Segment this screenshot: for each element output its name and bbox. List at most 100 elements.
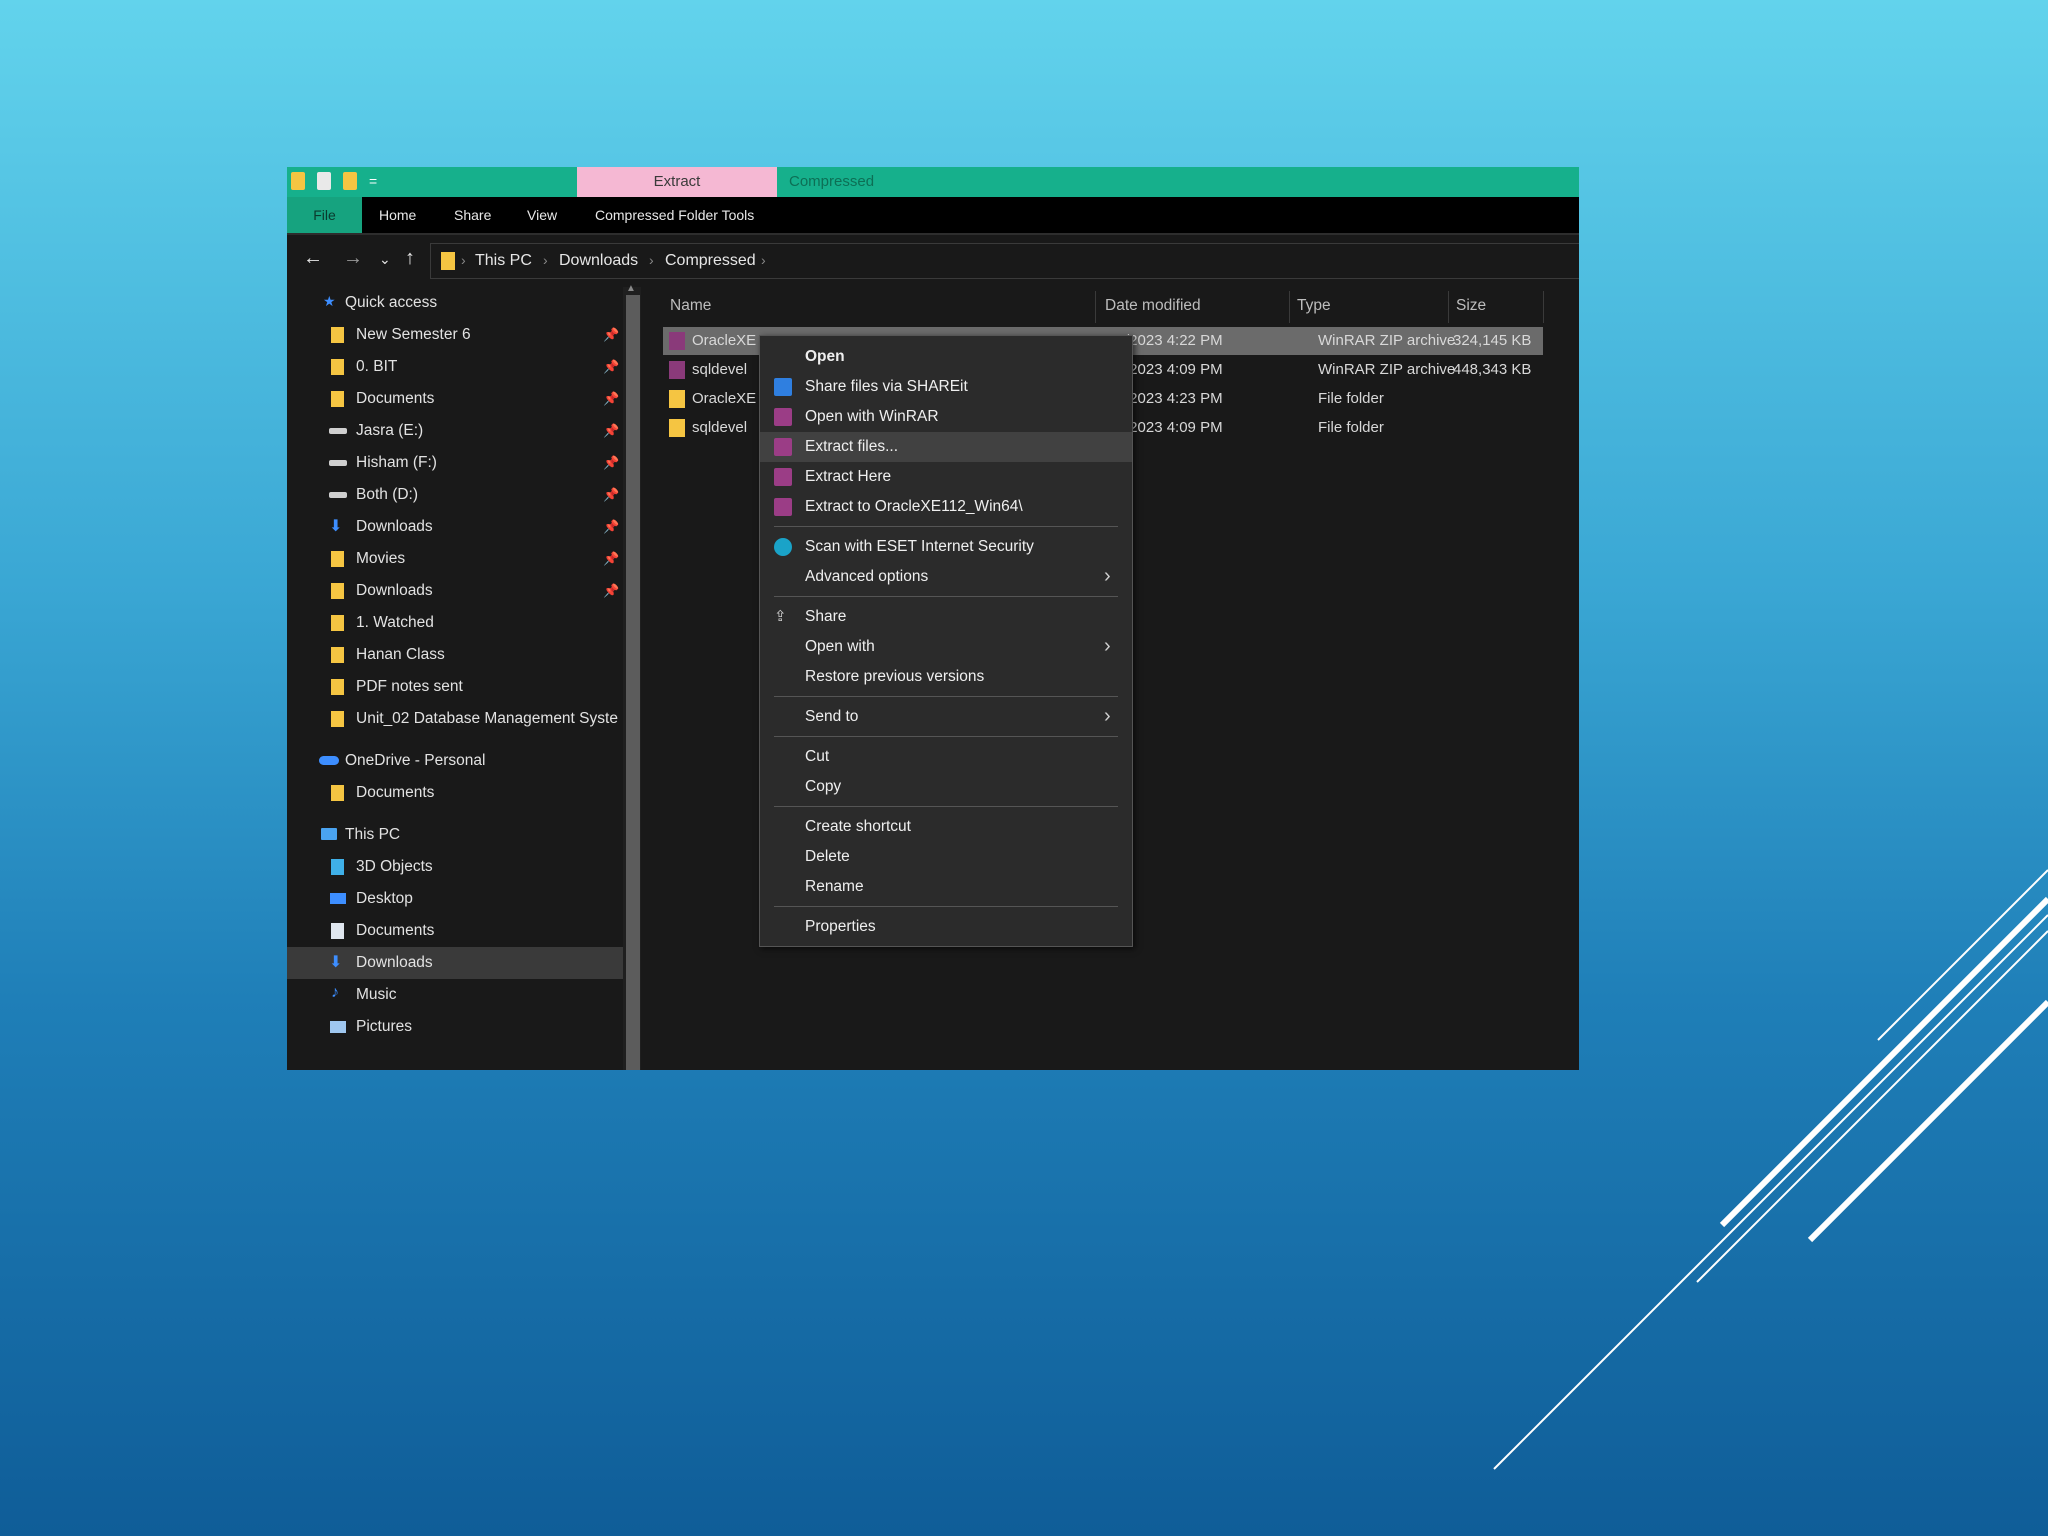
sidebar-item-quick-access[interactable]: ★ Quick access bbox=[287, 287, 623, 319]
breadcrumb-downloads[interactable]: Downloads bbox=[559, 252, 638, 270]
column-divider[interactable] bbox=[1448, 291, 1449, 323]
sidebar-item-movies[interactable]: Movies 📌 bbox=[287, 543, 623, 575]
star-icon: ★ bbox=[323, 293, 336, 309]
ribbon-tabs: File Home Share View Compressed Folder T… bbox=[287, 197, 1579, 233]
menu-item-extract-files[interactable]: Extract files... bbox=[760, 432, 1132, 462]
folder-icon bbox=[331, 551, 344, 567]
column-divider[interactable] bbox=[1289, 291, 1290, 323]
pin-icon[interactable]: 📌 bbox=[603, 391, 619, 407]
sidebar-item-downloads[interactable]: ⬇ Downloads 📌 bbox=[287, 511, 623, 543]
folder-icon bbox=[331, 615, 344, 631]
menu-item-extract-to-folder[interactable]: Extract to OracleXE112_Win64\ bbox=[760, 492, 1132, 522]
menu-item-cut[interactable]: Cut bbox=[760, 742, 1132, 772]
pin-icon[interactable]: 📌 bbox=[603, 327, 619, 343]
new-folder-icon[interactable] bbox=[343, 172, 357, 190]
folder-icon bbox=[331, 391, 344, 407]
customize-toolbar-icon[interactable]: = bbox=[369, 173, 377, 189]
folder-icon[interactable] bbox=[291, 172, 305, 190]
menu-separator bbox=[774, 806, 1118, 807]
properties-icon[interactable] bbox=[317, 172, 331, 190]
column-header-date-modified[interactable]: Date modified bbox=[1105, 297, 1201, 315]
column-divider[interactable] bbox=[1543, 291, 1544, 323]
tab-home[interactable]: Home bbox=[379, 197, 416, 233]
menu-separator bbox=[774, 696, 1118, 697]
menu-item-rename[interactable]: Rename bbox=[760, 872, 1132, 902]
folder-icon bbox=[441, 252, 455, 270]
breadcrumb-chevron-icon[interactable]: › bbox=[461, 252, 466, 268]
column-header-type[interactable]: Type bbox=[1297, 297, 1331, 315]
menu-item-create-shortcut[interactable]: Create shortcut bbox=[760, 812, 1132, 842]
folder-icon bbox=[669, 390, 685, 408]
tab-file[interactable]: File bbox=[287, 197, 362, 233]
sidebar-item-pc-documents[interactable]: Documents bbox=[287, 915, 623, 947]
navigation-pane-scrollbar[interactable]: ▲ bbox=[623, 283, 641, 1070]
recent-locations-chevron-icon[interactable]: ⌄ bbox=[379, 251, 391, 268]
folder-icon bbox=[331, 679, 344, 695]
sidebar-item-onedrive[interactable]: OneDrive - Personal bbox=[287, 745, 623, 777]
breadcrumb-chevron-icon[interactable]: › bbox=[761, 252, 766, 268]
address-bar[interactable]: › This PC › Downloads › Compressed › bbox=[430, 243, 1579, 279]
sidebar-item-new-semester-6[interactable]: New Semester 6 📌 bbox=[287, 319, 623, 351]
sidebar-item-both-drive[interactable]: Both (D:) 📌 bbox=[287, 479, 623, 511]
pin-icon[interactable]: 📌 bbox=[603, 423, 619, 439]
sidebar-item-this-pc[interactable]: This PC bbox=[287, 819, 623, 851]
pictures-icon bbox=[330, 1021, 346, 1033]
extract-context-tab[interactable]: Extract bbox=[577, 167, 777, 197]
menu-item-scan-eset[interactable]: Scan with ESET Internet Security bbox=[760, 532, 1132, 562]
sidebar-item-pdf-notes-sent[interactable]: PDF notes sent bbox=[287, 671, 623, 703]
menu-item-open-with-winrar[interactable]: Open with WinRAR bbox=[760, 402, 1132, 432]
pin-icon[interactable]: 📌 bbox=[603, 551, 619, 567]
menu-item-extract-here[interactable]: Extract Here bbox=[760, 462, 1132, 492]
sidebar-item-music[interactable]: ♪ Music bbox=[287, 979, 623, 1011]
column-header-size[interactable]: Size bbox=[1456, 297, 1486, 315]
tab-compressed-folder-tools[interactable]: Compressed Folder Tools bbox=[595, 197, 754, 233]
sidebar-item-hanan-class[interactable]: Hanan Class bbox=[287, 639, 623, 671]
submenu-arrow-icon: › bbox=[1104, 565, 1111, 587]
menu-item-share[interactable]: ⇪ Share bbox=[760, 602, 1132, 632]
pin-icon[interactable]: 📌 bbox=[603, 359, 619, 375]
tab-share[interactable]: Share bbox=[454, 197, 491, 233]
sidebar-item-0-bit[interactable]: 0. BIT 📌 bbox=[287, 351, 623, 383]
scroll-up-icon[interactable]: ▲ bbox=[626, 283, 636, 294]
sidebar-item-hisham-drive[interactable]: Hisham (F:) 📌 bbox=[287, 447, 623, 479]
menu-item-properties[interactable]: Properties bbox=[760, 912, 1132, 942]
sidebar-item-onedrive-documents[interactable]: Documents bbox=[287, 777, 623, 809]
breadcrumb-this-pc[interactable]: This PC bbox=[475, 252, 532, 270]
submenu-arrow-icon: › bbox=[1104, 705, 1111, 727]
column-header-name[interactable]: Name bbox=[670, 297, 711, 315]
scrollbar-thumb[interactable] bbox=[626, 295, 640, 1070]
sidebar-item-3d-objects[interactable]: 3D Objects bbox=[287, 851, 623, 883]
sidebar-item-pc-downloads[interactable]: ⬇ Downloads bbox=[287, 947, 623, 979]
sidebar-item-1-watched[interactable]: 1. Watched bbox=[287, 607, 623, 639]
music-icon: ♪ bbox=[331, 984, 339, 1001]
breadcrumb-compressed[interactable]: Compressed bbox=[665, 252, 756, 270]
sidebar-item-unit-02-dbms[interactable]: Unit_02 Database Management Syste bbox=[287, 703, 623, 735]
sidebar-item-jasra-drive[interactable]: Jasra (E:) 📌 bbox=[287, 415, 623, 447]
pin-icon[interactable]: 📌 bbox=[603, 487, 619, 503]
menu-item-delete[interactable]: Delete bbox=[760, 842, 1132, 872]
menu-item-share-shareit[interactable]: Share files via SHAREit bbox=[760, 372, 1132, 402]
breadcrumb-chevron-icon[interactable]: › bbox=[543, 252, 548, 268]
menu-item-open[interactable]: Open bbox=[760, 342, 1132, 372]
sidebar-item-downloads-folder[interactable]: Downloads 📌 bbox=[287, 575, 623, 607]
folder-icon bbox=[331, 647, 344, 663]
pin-icon[interactable]: 📌 bbox=[603, 583, 619, 599]
tab-view[interactable]: View bbox=[527, 197, 557, 233]
pin-icon[interactable]: 📌 bbox=[603, 519, 619, 535]
back-arrow-icon[interactable]: ← bbox=[303, 247, 323, 270]
sidebar-item-desktop[interactable]: Desktop bbox=[287, 883, 623, 915]
title-bar: = Extract Compressed bbox=[287, 167, 1579, 197]
menu-item-send-to[interactable]: Send to › bbox=[760, 702, 1132, 732]
menu-item-copy[interactable]: Copy bbox=[760, 772, 1132, 802]
sidebar-item-pictures[interactable]: Pictures bbox=[287, 1011, 623, 1043]
up-arrow-icon[interactable]: ↑ bbox=[405, 247, 415, 270]
pin-icon[interactable]: 📌 bbox=[603, 455, 619, 471]
column-divider[interactable] bbox=[1095, 291, 1096, 323]
menu-item-open-with[interactable]: Open with › bbox=[760, 632, 1132, 662]
forward-arrow-icon[interactable]: → bbox=[343, 247, 363, 270]
breadcrumb-chevron-icon[interactable]: › bbox=[649, 252, 654, 268]
menu-item-advanced-options[interactable]: Advanced options › bbox=[760, 562, 1132, 592]
menu-item-restore-previous-versions[interactable]: Restore previous versions bbox=[760, 662, 1132, 692]
sidebar-item-documents[interactable]: Documents 📌 bbox=[287, 383, 623, 415]
document-icon bbox=[331, 923, 344, 939]
